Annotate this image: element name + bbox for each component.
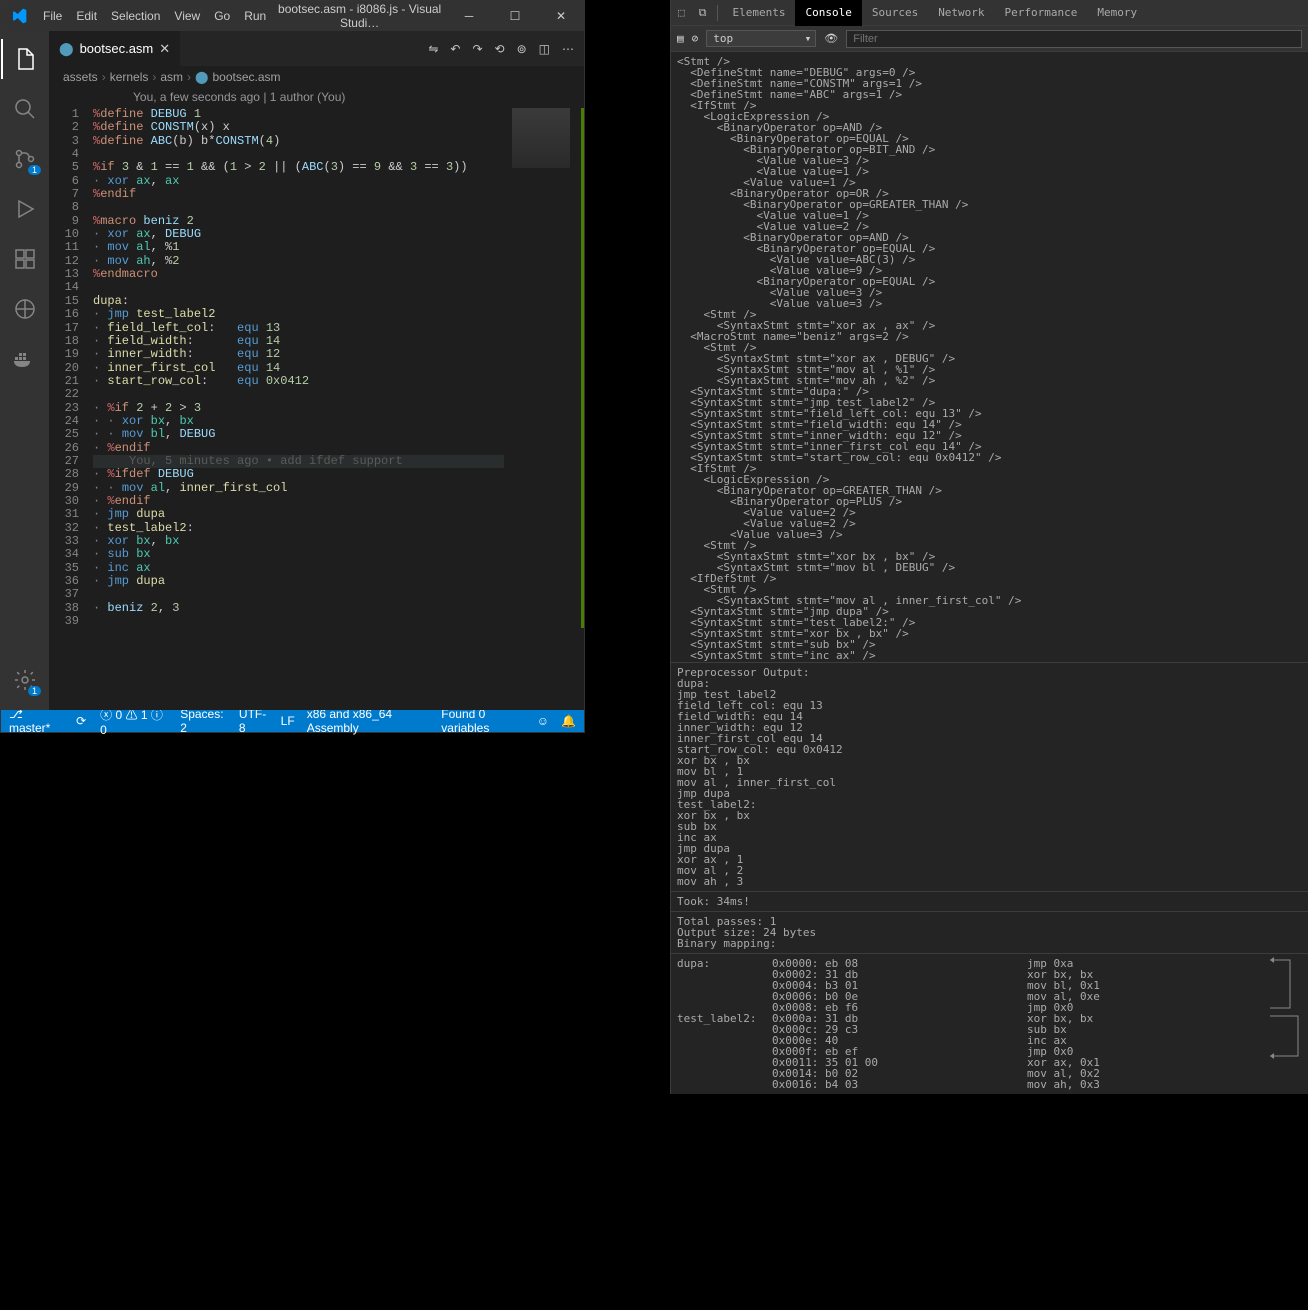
- tab-console[interactable]: Console: [795, 0, 861, 26]
- line-gutter: 1234567891011121314151617181920212223242…: [49, 108, 93, 628]
- gitlens-annotation[interactable]: You, a few seconds ago | 1 author (You): [49, 88, 584, 108]
- editor-group: ⬤ bootsec.asm ✕ ⇋ ↶ ↷ ⟲ ⊚ ◫ ⋯: [49, 31, 584, 710]
- problems-indicator[interactable]: ⓧ 0 ⚠ 1 ⓘ 0: [100, 706, 166, 737]
- revert-icon[interactable]: ↶: [450, 42, 460, 56]
- live-expr-icon[interactable]: 👁: [824, 32, 838, 45]
- jump-arrows: [1268, 954, 1308, 1094]
- next-change-icon[interactable]: ↷: [472, 42, 482, 56]
- more-actions-icon[interactable]: ⋯: [562, 42, 574, 56]
- binary-labels: dupa: test_label2:: [671, 954, 766, 1094]
- console-output-binary[interactable]: dupa: test_label2: 0x0000: eb 08 0x0002:…: [671, 953, 1308, 1094]
- sync-icon[interactable]: ⟳: [76, 714, 86, 728]
- settings-badge: 1: [28, 686, 41, 696]
- devtools-panel: ⬚ ⧉ Elements Console Sources Network Per…: [670, 0, 1308, 1094]
- compare-icon[interactable]: ⇋: [428, 42, 438, 56]
- extensions-icon[interactable]: [1, 239, 49, 279]
- console-output-ast[interactable]: <Stmt /> <DefineStmt name="DEBUG" args=0…: [671, 52, 1308, 662]
- console-output-took[interactable]: Took: 34ms!: [671, 891, 1308, 911]
- breadcrumb[interactable]: assets› kernels› asm› ⬤ bootsec.asm: [49, 66, 584, 88]
- tab-elements[interactable]: Elements: [722, 0, 795, 26]
- minimize-button[interactable]: ─: [446, 1, 492, 31]
- language-mode[interactable]: x86 and x86_64 Assembly: [307, 707, 430, 735]
- crumb-kernels[interactable]: kernels: [110, 70, 149, 84]
- tab-close-icon[interactable]: ✕: [159, 41, 170, 57]
- binary-gap: [966, 954, 1021, 1094]
- docker-icon[interactable]: [1, 339, 49, 379]
- notifications-icon[interactable]: 🔔: [561, 714, 576, 728]
- split-editor-icon[interactable]: ◫: [539, 42, 550, 56]
- menu-go[interactable]: Go: [207, 9, 237, 23]
- maximize-button[interactable]: ☐: [492, 1, 538, 31]
- feedback-icon[interactable]: ☺: [537, 714, 549, 728]
- tab-bootsec[interactable]: ⬤ bootsec.asm ✕: [49, 31, 180, 66]
- menu-file[interactable]: File: [36, 9, 69, 23]
- status-bar: ⎇ master* ⟳ ⓧ 0 ⚠ 1 ⓘ 0 Spaces: 2 UTF-8 …: [1, 710, 584, 732]
- clear-console-icon[interactable]: ⊘: [692, 32, 699, 45]
- tab-performance[interactable]: Performance: [995, 0, 1088, 26]
- console-toolbar: ▤ ⊘ top 👁: [671, 26, 1308, 52]
- tab-bar: ⬤ bootsec.asm ✕ ⇋ ↶ ↷ ⟲ ⊚ ◫ ⋯: [49, 31, 584, 66]
- scm-badge: 1: [28, 165, 41, 175]
- vscode-window: File Edit Selection View Go Run bootsec.…: [0, 0, 585, 733]
- crumb-assets[interactable]: assets: [63, 70, 98, 84]
- devtools-tabs: ⬚ ⧉ Elements Console Sources Network Per…: [671, 0, 1308, 26]
- activity-bar: 1 1: [1, 31, 49, 710]
- tab-memory[interactable]: Memory: [1087, 0, 1147, 26]
- window-title: bootsec.asm - i8086.js - Visual Studi…: [273, 2, 446, 30]
- editor-actions: ⇋ ↶ ↷ ⟲ ⊚ ◫ ⋯: [428, 42, 584, 56]
- eol[interactable]: LF: [281, 714, 295, 728]
- filter-input[interactable]: [846, 30, 1302, 48]
- asm-file-icon: ⬤: [59, 41, 74, 57]
- console-output-preproc[interactable]: Preprocessor Output: dupa: jmp test_labe…: [671, 662, 1308, 891]
- explorer-icon[interactable]: [1, 39, 49, 79]
- close-button[interactable]: ✕: [538, 1, 584, 31]
- tab-sources[interactable]: Sources: [862, 0, 928, 26]
- nav-forward-icon[interactable]: ⊚: [517, 42, 527, 56]
- context-selector[interactable]: top: [706, 30, 816, 47]
- gap: [585, 0, 670, 1310]
- branch-indicator[interactable]: ⎇ master*: [9, 707, 62, 735]
- crumb-asm[interactable]: asm: [160, 70, 183, 84]
- settings-icon[interactable]: 1: [1, 660, 49, 700]
- menu-edit[interactable]: Edit: [69, 9, 104, 23]
- titlebar: File Edit Selection View Go Run bootsec.…: [1, 1, 584, 31]
- minimap[interactable]: [512, 108, 570, 710]
- tab-label: bootsec.asm: [80, 41, 154, 56]
- inspect-icon[interactable]: ⬚: [671, 6, 692, 19]
- vscode-logo-icon: [1, 8, 36, 24]
- source-control-icon[interactable]: 1: [1, 139, 49, 179]
- indentation[interactable]: Spaces: 2: [180, 707, 227, 735]
- device-icon[interactable]: ⧉: [692, 6, 714, 20]
- modified-indicator: [581, 108, 584, 628]
- menu-run[interactable]: Run: [237, 9, 273, 23]
- encoding[interactable]: UTF-8: [239, 707, 269, 735]
- console-output-passes[interactable]: Total passes: 1 Output size: 24 bytes Bi…: [671, 911, 1308, 953]
- remote-icon[interactable]: [1, 289, 49, 329]
- menu-view[interactable]: View: [167, 9, 207, 23]
- variables-count[interactable]: Found 0 variables: [441, 707, 524, 735]
- editor[interactable]: 1234567891011121314151617181920212223242…: [49, 108, 584, 710]
- nav-back-icon[interactable]: ⟲: [495, 42, 505, 56]
- binary-hex: 0x0000: eb 08 0x0002: 31 db 0x0004: b3 0…: [766, 954, 966, 1094]
- asm-file-icon: ⬤: [195, 70, 208, 84]
- menu-selection[interactable]: Selection: [104, 9, 167, 23]
- run-debug-icon[interactable]: [1, 189, 49, 229]
- binary-disasm: jmp 0xa xor bx, bx mov bl, 0x1 mov al, 0…: [1021, 954, 1268, 1094]
- console-sidebar-icon[interactable]: ▤: [677, 32, 684, 45]
- search-icon[interactable]: [1, 89, 49, 129]
- tab-network[interactable]: Network: [928, 0, 994, 26]
- crumb-file[interactable]: bootsec.asm: [212, 70, 280, 84]
- menu-bar: File Edit Selection View Go Run: [36, 9, 273, 23]
